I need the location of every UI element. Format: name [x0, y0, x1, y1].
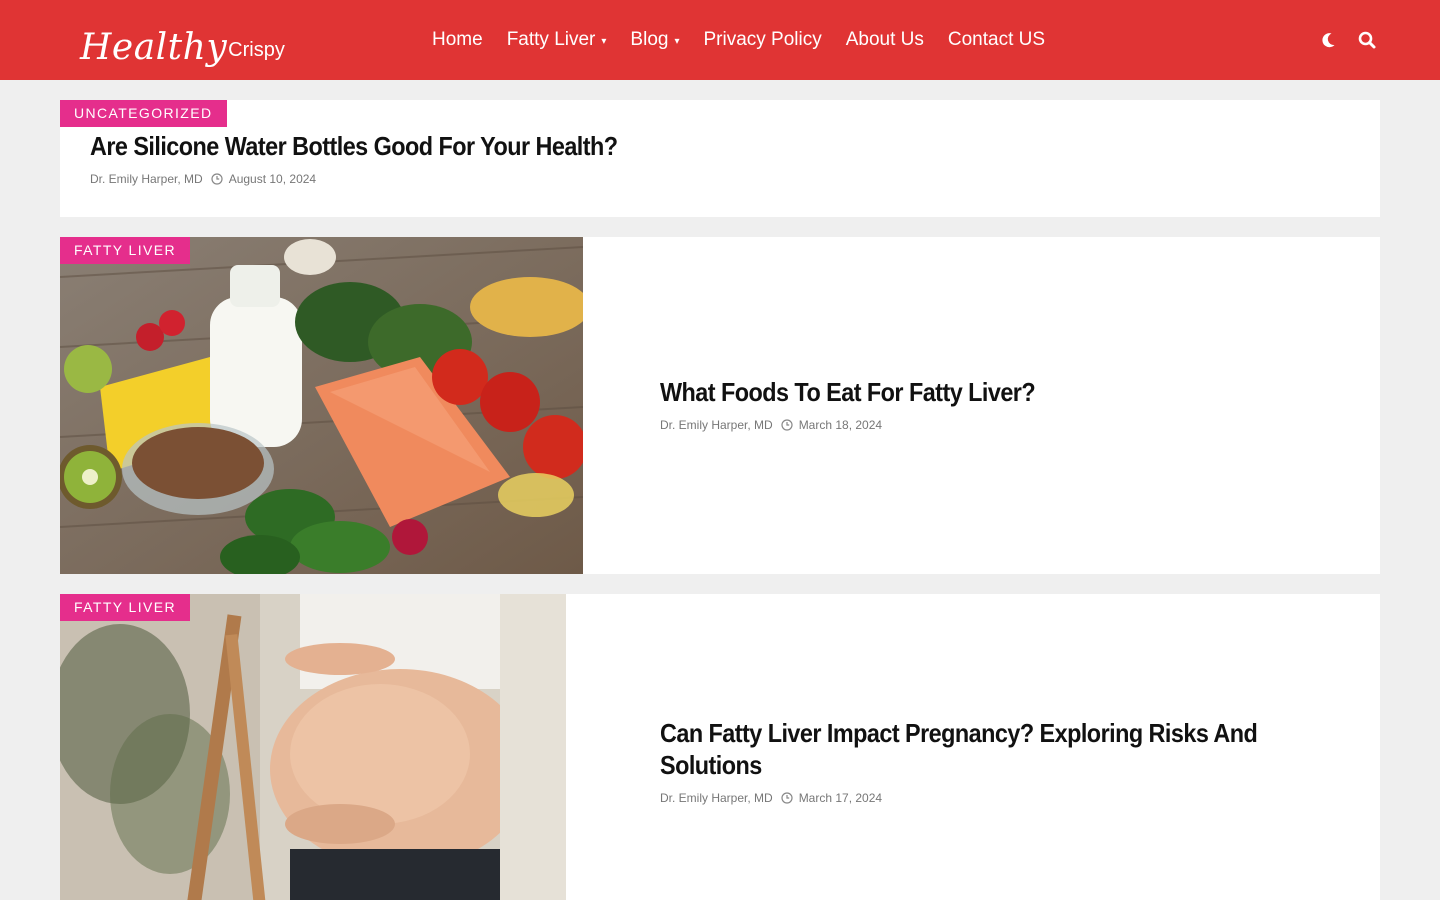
post-card: Uncategorized Are Silicone Water Bottles… — [60, 100, 1380, 217]
post-title[interactable]: Are Silicone Water Bottles Good For Your… — [90, 130, 618, 162]
main-nav: Home Fatty Liver ▾ Blog ▾ Privacy Policy… — [432, 0, 1069, 80]
post-date: March 18, 2024 — [798, 418, 883, 432]
post-card: Fatty Liver Can Fatty Liver Impact Pregn… — [60, 594, 1380, 900]
search-icon[interactable] — [1355, 28, 1379, 52]
chevron-down-icon: ▾ — [674, 35, 680, 47]
nav-item-fatty-liver[interactable]: Fatty Liver ▾ — [507, 29, 607, 51]
post-thumbnail-pregnant-belly[interactable] — [60, 594, 566, 900]
clock-icon — [781, 792, 793, 804]
site-header: Healthy Crispy Home Fatty Liver ▾ Blog ▾… — [0, 0, 1440, 80]
category-badge[interactable]: Uncategorized — [60, 100, 227, 127]
post-author[interactable]: Dr. Emily Harper, MD — [660, 791, 773, 805]
nav-item-contact-us[interactable]: Contact US — [948, 29, 1045, 51]
post-title[interactable]: Can Fatty Liver Impact Pregnancy? Explor… — [660, 717, 1290, 781]
category-badge[interactable]: Fatty Liver — [60, 237, 191, 264]
clock-icon — [781, 419, 793, 431]
post-meta: Dr. Emily Harper, MD March 18, 2024 — [660, 418, 1077, 432]
post-card: Fatty Liver What Foods To Eat For Fatty … — [60, 237, 1380, 574]
post-date: August 10, 2024 — [228, 172, 317, 186]
nav-item-about-us[interactable]: About Us — [846, 29, 924, 51]
logo-script-text: Healthy — [80, 27, 228, 68]
post-title[interactable]: What Foods To Eat For Fatty Liver? — [660, 376, 1036, 408]
logo-sub-text: Crispy — [228, 39, 285, 61]
clock-icon — [211, 173, 223, 185]
nav-item-blog[interactable]: Blog ▾ — [630, 29, 679, 51]
post-author[interactable]: Dr. Emily Harper, MD — [90, 172, 203, 186]
nav-label: Contact US — [947, 29, 1046, 50]
nav-label: Privacy Policy — [703, 29, 822, 50]
post-author[interactable]: Dr. Emily Harper, MD — [660, 418, 773, 432]
nav-label: Blog — [630, 29, 669, 50]
nav-label: About Us — [845, 29, 924, 50]
site-logo[interactable]: Healthy Crispy — [80, 8, 285, 72]
nav-item-privacy-policy[interactable]: Privacy Policy — [703, 29, 821, 51]
nav-label: Home — [432, 29, 483, 50]
post-meta: Dr. Emily Harper, MD March 17, 2024 — [660, 791, 1300, 805]
nav-item-home[interactable]: Home — [432, 29, 483, 51]
moon-icon[interactable] — [1316, 28, 1340, 52]
category-badge[interactable]: Fatty Liver — [60, 594, 191, 621]
post-thumbnail-healthy-foods[interactable] — [60, 237, 583, 574]
post-date: March 17, 2024 — [798, 791, 883, 805]
post-meta: Dr. Emily Harper, MD August 10, 2024 — [90, 172, 676, 186]
chevron-down-icon: ▾ — [601, 35, 607, 47]
nav-label: Fatty Liver — [506, 29, 596, 50]
